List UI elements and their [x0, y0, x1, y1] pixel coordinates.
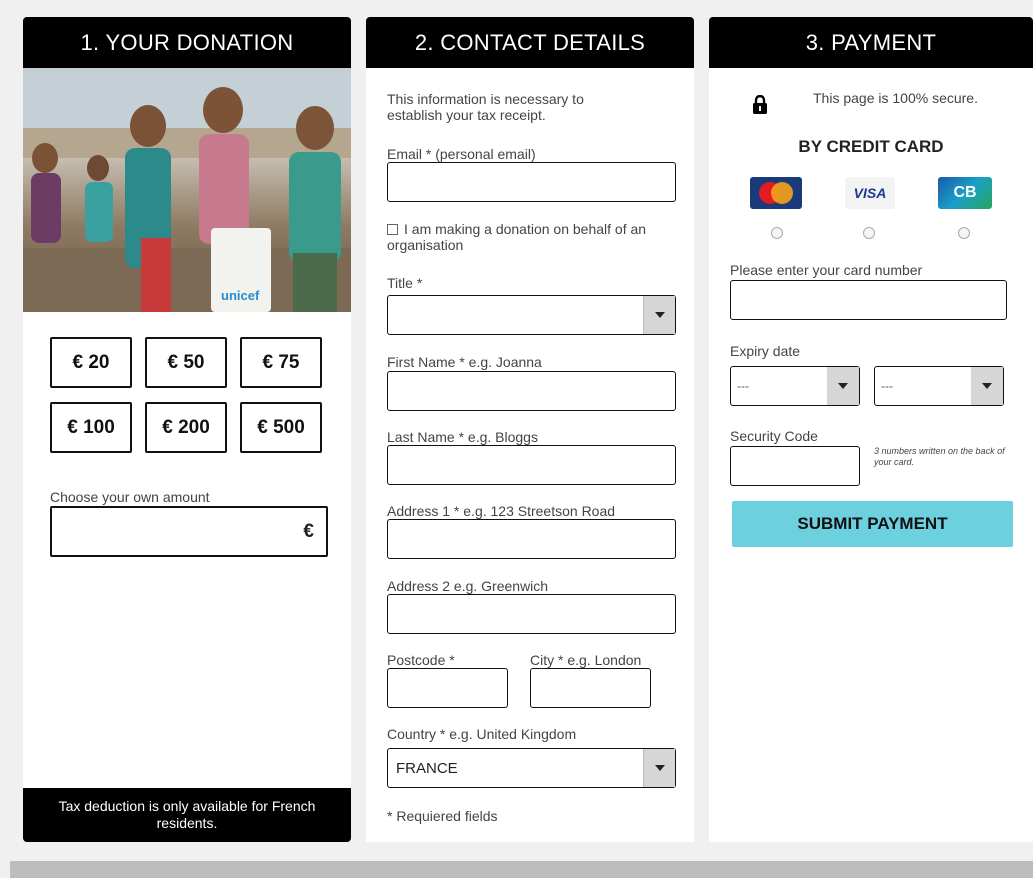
mastercard-icon — [759, 182, 793, 204]
organisation-checkbox-label: I am making a donation on behalf of an o… — [387, 221, 647, 253]
postcode-field[interactable] — [387, 668, 508, 708]
country-select[interactable]: FRANCE — [387, 748, 676, 788]
title-dropdown-button[interactable] — [643, 296, 675, 334]
city-label: City * e.g. London — [530, 652, 642, 668]
organisation-checkbox[interactable] — [387, 224, 398, 235]
organisation-checkbox-row[interactable]: I am making a donation on behalf of an o… — [387, 221, 677, 253]
donation-header: 1. YOUR DONATION — [23, 17, 351, 68]
first-name-field[interactable] — [387, 371, 676, 411]
email-field[interactable] — [387, 162, 676, 202]
expiry-label: Expiry date — [730, 343, 801, 359]
address1-label: Address 1 * e.g. 123 Streetson Road — [387, 503, 616, 519]
required-fields-note: * Requiered fields — [387, 808, 498, 824]
cb-logo: CB — [938, 177, 992, 209]
cb-radio[interactable] — [958, 227, 970, 239]
country-select-value: FRANCE — [396, 759, 458, 777]
chevron-down-icon — [654, 312, 665, 318]
security-code-field[interactable] — [730, 446, 860, 486]
card-number-label: Please enter your card number — [730, 262, 923, 278]
contact-intro: This information is necessary to establi… — [387, 91, 584, 123]
expiry-month-dropdown-button[interactable] — [827, 367, 859, 405]
children-photo: unicef — [23, 68, 351, 312]
tax-deduction-note: Tax deduction is only available for Fren… — [23, 788, 351, 842]
chevron-down-icon — [982, 383, 992, 389]
payment-method-title: BY CREDIT CARD — [798, 137, 944, 156]
amount-100-button[interactable]: € 100 — [50, 402, 132, 453]
amount-75-button[interactable]: € 75 — [240, 337, 322, 388]
last-name-label: Last Name * e.g. Bloggs — [387, 429, 538, 445]
currency-symbol: € — [303, 520, 314, 542]
title-select[interactable] — [387, 295, 676, 335]
amount-options: € 20 € 50 € 75 € 100 € 200 € 500 — [50, 337, 322, 453]
visa-radio[interactable] — [863, 227, 875, 239]
amount-500-button[interactable]: € 500 — [240, 402, 322, 453]
expiry-month-select[interactable]: --- — [730, 366, 860, 406]
bottom-bar — [10, 861, 1033, 878]
country-label: Country * e.g. United Kingdom — [387, 726, 577, 742]
expiry-month-value: --- — [737, 379, 749, 393]
unicef-bag-logo: unicef — [221, 288, 260, 303]
expiry-year-select[interactable]: --- — [874, 366, 1004, 406]
secure-text: This page is 100% secure. — [813, 90, 978, 106]
payment-header: 3. PAYMENT — [709, 17, 1033, 68]
security-code-hint: 3 numbers written on the back of your ca… — [874, 446, 1005, 467]
contact-panel: 2. CONTACT DETAILS This information is n… — [366, 17, 694, 842]
own-amount-input[interactable]: € — [50, 506, 328, 557]
first-name-label: First Name * e.g. Joanna — [387, 354, 542, 370]
donation-panel: 1. YOUR DONATION unicef € 20 € 50 € 75 € — [23, 17, 351, 842]
lock-icon — [753, 95, 767, 114]
photo-illustration — [23, 68, 351, 312]
amount-50-button[interactable]: € 50 — [145, 337, 227, 388]
security-code-label: Security Code — [730, 428, 818, 444]
amount-20-button[interactable]: € 20 — [50, 337, 132, 388]
visa-logo: VISA — [845, 177, 895, 209]
expiry-year-dropdown-button[interactable] — [971, 367, 1003, 405]
title-label: Title * — [387, 275, 423, 291]
chevron-down-icon — [654, 765, 665, 771]
address2-label: Address 2 e.g. Greenwich — [387, 578, 549, 594]
last-name-field[interactable] — [387, 445, 676, 485]
contact-header: 2. CONTACT DETAILS — [366, 17, 694, 68]
email-label: Email * (personal email) — [387, 146, 536, 162]
city-field[interactable] — [530, 668, 651, 708]
country-dropdown-button[interactable] — [643, 749, 675, 787]
mastercard-radio[interactable] — [771, 227, 783, 239]
mastercard-logo — [750, 177, 802, 209]
own-amount-label: Choose your own amount — [50, 489, 210, 505]
amount-200-button[interactable]: € 200 — [145, 402, 227, 453]
submit-payment-button[interactable]: SUBMIT PAYMENT — [732, 501, 1013, 547]
address2-field[interactable] — [387, 594, 676, 634]
postcode-label: Postcode * — [387, 652, 455, 668]
chevron-down-icon — [838, 383, 848, 389]
expiry-year-value: --- — [881, 379, 893, 393]
address1-field[interactable] — [387, 519, 676, 559]
card-number-field[interactable] — [730, 280, 1007, 320]
payment-panel: 3. PAYMENT This page is 100% secure. BY … — [709, 17, 1033, 842]
